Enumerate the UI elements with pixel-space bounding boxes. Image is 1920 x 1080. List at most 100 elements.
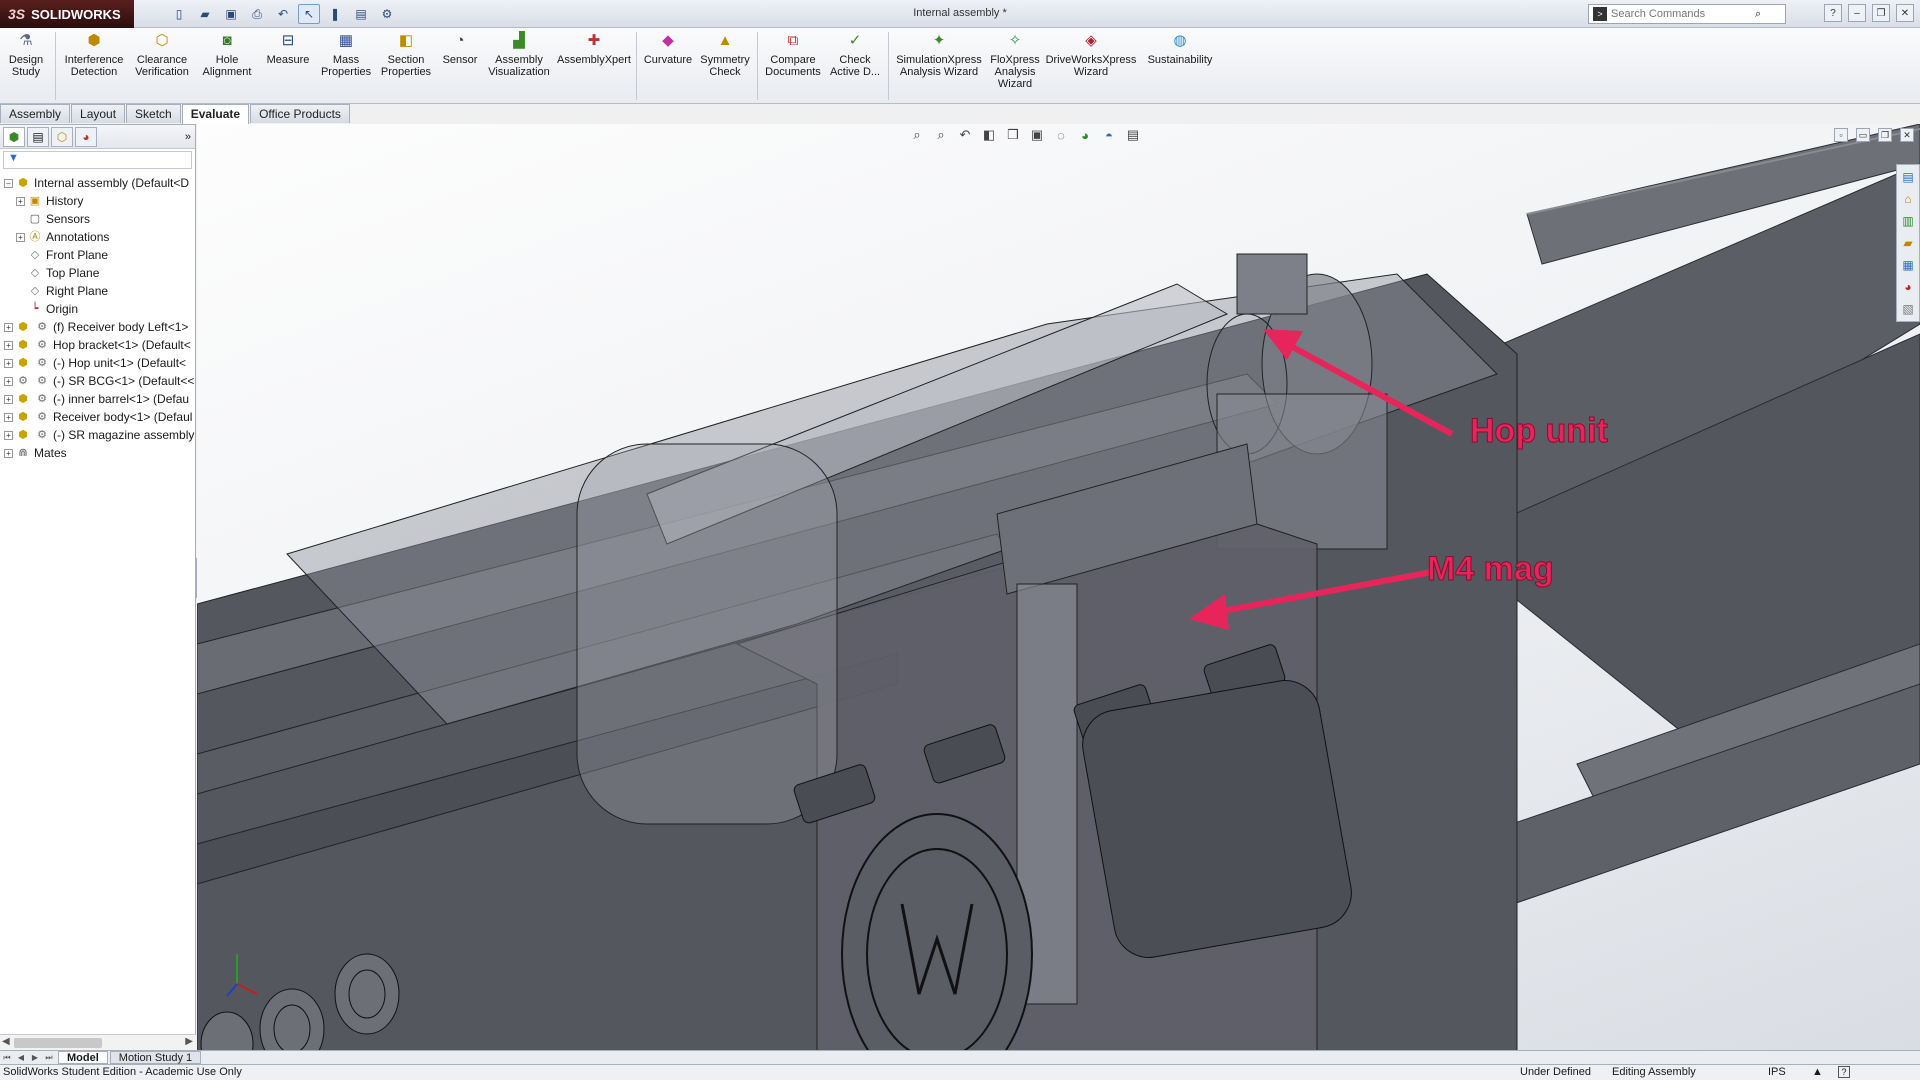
- file-properties-icon[interactable]: ▤: [350, 4, 372, 24]
- clearance-verification-button[interactable]: ⬡ Clearance Verification: [129, 28, 195, 104]
- driveworksxpress-button[interactable]: ◈ DriveWorksXpress Wizard: [1044, 28, 1138, 104]
- scroll-right-icon[interactable]: ▶: [185, 1036, 193, 1047]
- expand-icon[interactable]: +: [16, 232, 25, 242]
- next-tab-icon[interactable]: ▶: [28, 1053, 42, 1062]
- tree-item-right-plane[interactable]: ◇ Right Plane: [0, 282, 195, 300]
- mass-properties-button[interactable]: ▦ Mass Properties: [317, 28, 375, 104]
- select-icon[interactable]: ↖: [298, 4, 320, 24]
- tree-item-front-plane[interactable]: ◇ Front Plane: [0, 246, 195, 264]
- configuration-manager-tab-icon[interactable]: ⬡: [51, 126, 73, 147]
- tree-filter[interactable]: ▼: [3, 151, 192, 169]
- tree-item-origin[interactable]: ┕ Origin: [0, 300, 195, 318]
- close-icon[interactable]: ✕: [1896, 4, 1914, 22]
- home-icon[interactable]: ⌂: [1898, 189, 1918, 209]
- viewport-restore-icon[interactable]: ❐: [1878, 128, 1892, 142]
- expand-icon[interactable]: +: [16, 196, 25, 206]
- tree-item-component[interactable]: + ⬢ ⚙ (f) Receiver body Left<1>: [0, 318, 195, 336]
- expand-icon[interactable]: +: [4, 322, 13, 332]
- horizontal-scrollbar[interactable]: ◀ ▶: [0, 1034, 196, 1050]
- status-units[interactable]: IPS: [1768, 1065, 1786, 1080]
- restore-icon[interactable]: ❐: [1872, 4, 1890, 22]
- minimize-icon[interactable]: –: [1848, 4, 1866, 22]
- property-manager-tab-icon[interactable]: ▤: [27, 126, 49, 147]
- undo-icon[interactable]: ↶: [272, 4, 294, 24]
- symmetry-check-button[interactable]: ▲ Symmetry Check: [696, 28, 754, 104]
- first-tab-icon[interactable]: ⏮: [0, 1053, 14, 1063]
- tree-item-history[interactable]: + ▣ History: [0, 192, 195, 210]
- section-properties-button[interactable]: ◧ Section Properties: [375, 28, 437, 104]
- solidworks-resources-icon[interactable]: ▤: [1898, 167, 1918, 187]
- scroll-left-icon[interactable]: ◀: [2, 1036, 10, 1047]
- help-icon[interactable]: ?: [1838, 1066, 1850, 1078]
- prev-tab-icon[interactable]: ◀: [14, 1053, 28, 1062]
- design-library-icon[interactable]: ▥: [1898, 211, 1918, 231]
- viewport-close-icon[interactable]: ✕: [1900, 128, 1914, 142]
- section-view-icon[interactable]: ◧: [979, 126, 999, 144]
- design-study-button[interactable]: ⚗ Design Study: [0, 28, 52, 104]
- expand-icon[interactable]: +: [4, 376, 13, 386]
- view-settings-icon[interactable]: ▤: [1123, 126, 1143, 144]
- assembly-visualization-button[interactable]: ▟ Assembly Visualization: [483, 28, 555, 104]
- tree-item-annotations[interactable]: + Ⓐ Annotations: [0, 228, 195, 246]
- new-icon[interactable]: ▯: [168, 4, 190, 24]
- curvature-button[interactable]: ◆ Curvature: [640, 28, 696, 104]
- apply-scene-icon[interactable]: ◓: [1099, 126, 1119, 144]
- tree-item-mates[interactable]: + ⋒ Mates: [0, 444, 195, 462]
- sustainability-button[interactable]: ◍ Sustainability: [1138, 28, 1222, 104]
- feature-manager-tab-icon[interactable]: ⬢: [3, 126, 25, 147]
- tab-assembly[interactable]: Assembly: [0, 104, 71, 123]
- search-icon[interactable]: ⌕: [1755, 8, 1761, 21]
- compare-documents-button[interactable]: ⧉ Compare Documents: [761, 28, 825, 104]
- solidworks-logo[interactable]: 3S SOLIDWORKS: [0, 0, 134, 28]
- hide-show-icon[interactable]: ◌: [1051, 126, 1071, 144]
- tree-item-sensors[interactable]: ▢ Sensors: [0, 210, 195, 228]
- tree-item-component[interactable]: + ⚙ ⚙ (-) SR BCG<1> (Default<<: [0, 372, 195, 390]
- custom-properties-icon[interactable]: ▧: [1898, 299, 1918, 319]
- check-active-document-button[interactable]: ✓ Check Active D...: [825, 28, 885, 104]
- search-input[interactable]: [1611, 8, 1751, 20]
- tab-office-products[interactable]: Office Products: [250, 104, 350, 123]
- file-explorer-icon[interactable]: ▰: [1898, 233, 1918, 253]
- interference-detection-button[interactable]: ⬢ Interference Detection: [59, 28, 129, 104]
- display-style-icon[interactable]: ▣: [1027, 126, 1047, 144]
- sensor-button[interactable]: ◔ Sensor: [437, 28, 483, 104]
- display-manager-tab-icon[interactable]: ◕: [75, 126, 97, 147]
- expand-panel-icon[interactable]: »: [185, 131, 195, 143]
- expand-icon[interactable]: +: [4, 358, 13, 368]
- hole-alignment-button[interactable]: ◙ Hole Alignment: [195, 28, 259, 104]
- rebuild-icon[interactable]: ❚: [324, 4, 346, 24]
- search-commands[interactable]: > ⌕: [1588, 4, 1786, 24]
- expand-icon[interactable]: –: [4, 178, 13, 188]
- tree-item-root[interactable]: – ⬢ Internal assembly (Default<D: [0, 174, 195, 192]
- graphics-area[interactable]: Hop unit M4 mag ⌕ ⌕ ↶ ◧ ❒ ▣ ◌ ◕ ◓ ▤ ▫ ▭ …: [197, 124, 1920, 1050]
- model-render[interactable]: [197, 124, 1920, 1050]
- tree-item-component[interactable]: + ⬢ ⚙ (-) inner barrel<1> (Defau: [0, 390, 195, 408]
- last-tab-icon[interactable]: ⏭: [42, 1053, 56, 1063]
- tab-sketch[interactable]: Sketch: [126, 104, 181, 123]
- tree-item-component[interactable]: + ⬢ ⚙ (-) Hop unit<1> (Default<: [0, 354, 195, 372]
- tab-motion-study[interactable]: Motion Study 1: [109, 1051, 202, 1064]
- open-icon[interactable]: ▰: [194, 4, 216, 24]
- save-icon[interactable]: ▣: [220, 4, 242, 24]
- viewport-tile-icon[interactable]: ▫: [1834, 128, 1848, 142]
- appearances-icon[interactable]: ◕: [1898, 277, 1918, 297]
- tree-item-component[interactable]: + ⬢ ⚙ Hop bracket<1> (Default<: [0, 336, 195, 354]
- zoom-to-area-icon[interactable]: ⌕: [931, 126, 951, 144]
- help-icon[interactable]: ?: [1824, 4, 1842, 22]
- tree-item-component[interactable]: + ⬢ ⚙ Receiver body<1> (Defaul: [0, 408, 195, 426]
- expand-icon[interactable]: +: [4, 340, 13, 350]
- print-icon[interactable]: ⎙: [246, 4, 268, 24]
- units-dropdown-icon[interactable]: ▲: [1812, 1065, 1823, 1080]
- tab-evaluate[interactable]: Evaluate: [181, 104, 250, 124]
- edit-appearance-icon[interactable]: ◕: [1075, 126, 1095, 144]
- expand-icon[interactable]: +: [4, 448, 13, 458]
- tab-layout[interactable]: Layout: [71, 104, 126, 123]
- options-icon[interactable]: ⚙: [376, 4, 398, 24]
- tab-model[interactable]: Model: [58, 1051, 108, 1064]
- viewport-split-icon[interactable]: ▭: [1856, 128, 1870, 142]
- expand-icon[interactable]: +: [4, 430, 13, 440]
- scroll-thumb[interactable]: [14, 1038, 102, 1048]
- simulationxpress-button[interactable]: ✦ SimulationXpress Analysis Wizard: [892, 28, 986, 104]
- measure-button[interactable]: ⊟ Measure: [259, 28, 317, 104]
- assemblyxpert-button[interactable]: ✚ AssemblyXpert: [555, 28, 633, 104]
